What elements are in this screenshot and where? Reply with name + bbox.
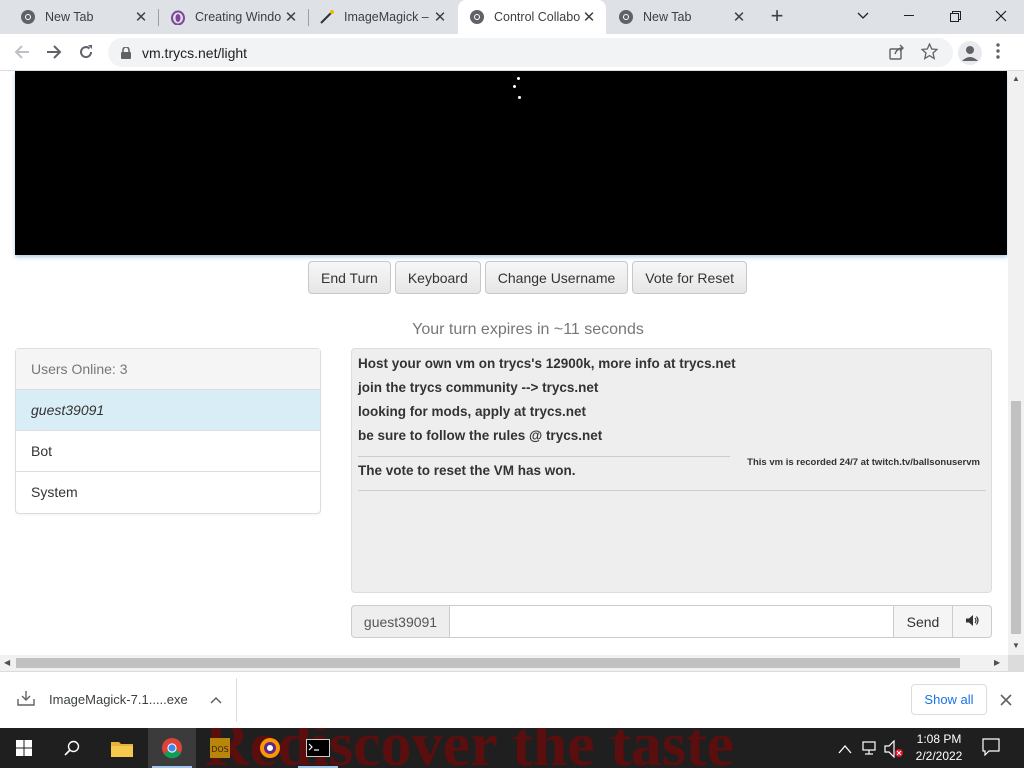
volume-muted-icon[interactable] [884,739,904,763]
tab-title: Creating Windo [195,10,282,24]
clock-date: 2/2/2022 [915,749,963,763]
scroll-left-arrow-icon[interactable]: ◀ [4,658,10,667]
chrome-icon [469,9,485,25]
start-windows-icon[interactable] [0,728,48,768]
page-content: End Turn Keyboard Change Username Vote f… [0,71,1008,655]
search-icon[interactable] [48,728,96,768]
vote-for-reset-button[interactable]: Vote for Reset [632,261,747,294]
chat-message: join the trycs community --> trycs.net [358,380,599,395]
speaker-icon [965,614,979,629]
tor-icon [170,9,186,25]
back-arrow-icon[interactable] [10,40,34,64]
user-list-item: Bot [16,431,320,472]
chat-panel: Host your own vm on trycs's 12900k, more… [351,348,992,593]
tab-creating-windows[interactable]: Creating Windo ✕ [150,0,308,34]
browser-toolbar: vm.trycs.net/light [0,34,1024,71]
tab-imagemagick[interactable]: ImageMagick – ✕ [299,0,457,34]
recorded-notice: This vm is recorded 24/7 at twitch.tv/ba… [747,457,980,468]
tab-search-chevron-icon[interactable] [840,0,886,32]
address-bar[interactable]: vm.trycs.net/light [108,38,953,67]
system-clock[interactable]: 1:08 PM 2/2/2022 [906,731,972,765]
tab-title: New Tab [643,10,692,24]
user-list-item: guest39091 [16,390,320,431]
url-text: vm.trycs.net/light [142,45,248,61]
chat-message-input[interactable] [450,605,894,638]
chevron-up-icon[interactable] [210,692,222,707]
chat-divider [358,456,730,457]
forward-arrow-icon[interactable] [42,40,66,64]
users-online-panel: Users Online: 3 guest39091 Bot System [15,348,321,514]
dosbox-icon[interactable]: DOS [196,728,244,768]
scroll-up-arrow-icon[interactable]: ▲ [1012,74,1020,83]
close-window-icon[interactable] [978,0,1024,32]
change-username-button[interactable]: Change Username [484,261,629,294]
shelf-divider [236,678,237,722]
download-item[interactable]: ImageMagick-7.1.....exe [17,690,222,709]
user-list-item: System [31,484,78,500]
share-icon[interactable] [889,44,905,65]
tab-title: New Tab [45,10,94,24]
tab-control-collaborative[interactable]: Control Collabo ✕ [458,0,606,34]
vertical-scroll-thumb[interactable] [1011,401,1021,634]
download-file-icon [17,690,35,709]
chat-message: be sure to follow the rules @ trycs.net [358,428,603,443]
menu-kebab-icon[interactable] [996,43,1008,63]
close-tab-icon[interactable]: ✕ [132,8,150,26]
terminal-icon[interactable] [294,728,342,768]
chrome-icon [618,9,634,25]
tray-chevron-up-icon[interactable] [838,741,852,759]
network-icon[interactable] [862,740,880,761]
tab-title: ImageMagick – [344,10,429,24]
close-tab-icon[interactable]: ✕ [730,8,748,26]
download-shelf: ImageMagick-7.1.....exe Show all [0,671,1024,728]
imagemagick-wand-icon [319,9,335,25]
tab-strip: New Tab ✕ Creating Windo ✕ ImageMagick –… [0,0,1024,34]
vm-display[interactable] [15,71,1007,255]
send-button[interactable]: Send [894,605,953,638]
chat-divider [358,490,986,491]
chat-message: looking for mods, apply at trycs.net [358,404,587,419]
tab-new-tab-1[interactable]: New Tab ✕ [0,0,158,34]
show-all-button[interactable]: Show all [911,684,987,715]
profile-avatar-icon[interactable] [958,41,982,65]
chat-username-label: guest39091 [351,605,450,638]
chat-message: Host your own vm on trycs's 12900k, more… [358,356,736,371]
notifications-icon[interactable] [982,738,1000,761]
restore-icon[interactable] [932,0,978,32]
new-tab-plus-icon[interactable]: + [764,5,790,29]
reload-icon[interactable] [74,40,98,64]
tab-title: Control Collabo [494,10,580,24]
end-turn-button[interactable]: End Turn [308,261,391,294]
vm-button-bar: End Turn Keyboard Change Username Vote f… [308,261,747,294]
close-tab-icon[interactable]: ✕ [431,8,449,26]
scroll-right-arrow-icon[interactable]: ▶ [994,658,1000,667]
chat-message: The vote to reset the VM has won. [358,463,576,478]
horizontal-scroll-thumb[interactable] [16,658,960,668]
tab-new-tab-2[interactable]: New Tab ✕ [598,0,756,34]
close-tab-icon[interactable]: ✕ [580,8,598,26]
svg-text:DOS: DOS [211,745,229,754]
lock-icon[interactable] [121,46,131,64]
firefox-icon[interactable] [246,728,294,768]
windows-taskbar: Rediscover the taste DOS 1:08 PM 2/2/202… [0,728,1024,768]
turn-timer-text: Your turn expires in ~11 seconds [412,321,644,338]
close-shelf-icon[interactable] [1000,693,1012,711]
clock-time: 1:08 PM [916,732,962,746]
vertical-scrollbar[interactable]: ▲ ▼ [1008,71,1024,655]
bookmark-star-icon[interactable] [920,42,939,65]
scrollbar-corner [1008,655,1024,671]
close-tab-icon[interactable]: ✕ [282,8,300,26]
chat-input-group: guest39091 Send [351,605,992,638]
scroll-down-arrow-icon[interactable]: ▼ [1012,641,1020,650]
horizontal-scrollbar[interactable]: ◀ ▶ [0,655,1008,671]
keyboard-button[interactable]: Keyboard [394,261,481,294]
file-explorer-icon[interactable] [98,728,146,768]
users-online-header: Users Online: 3 [16,349,320,390]
minimize-icon[interactable] [886,0,932,32]
volume-button[interactable] [953,605,992,638]
download-filename: ImageMagick-7.1.....exe [49,692,188,707]
chrome-icon [20,9,36,25]
chrome-taskbar-icon[interactable] [148,728,196,768]
